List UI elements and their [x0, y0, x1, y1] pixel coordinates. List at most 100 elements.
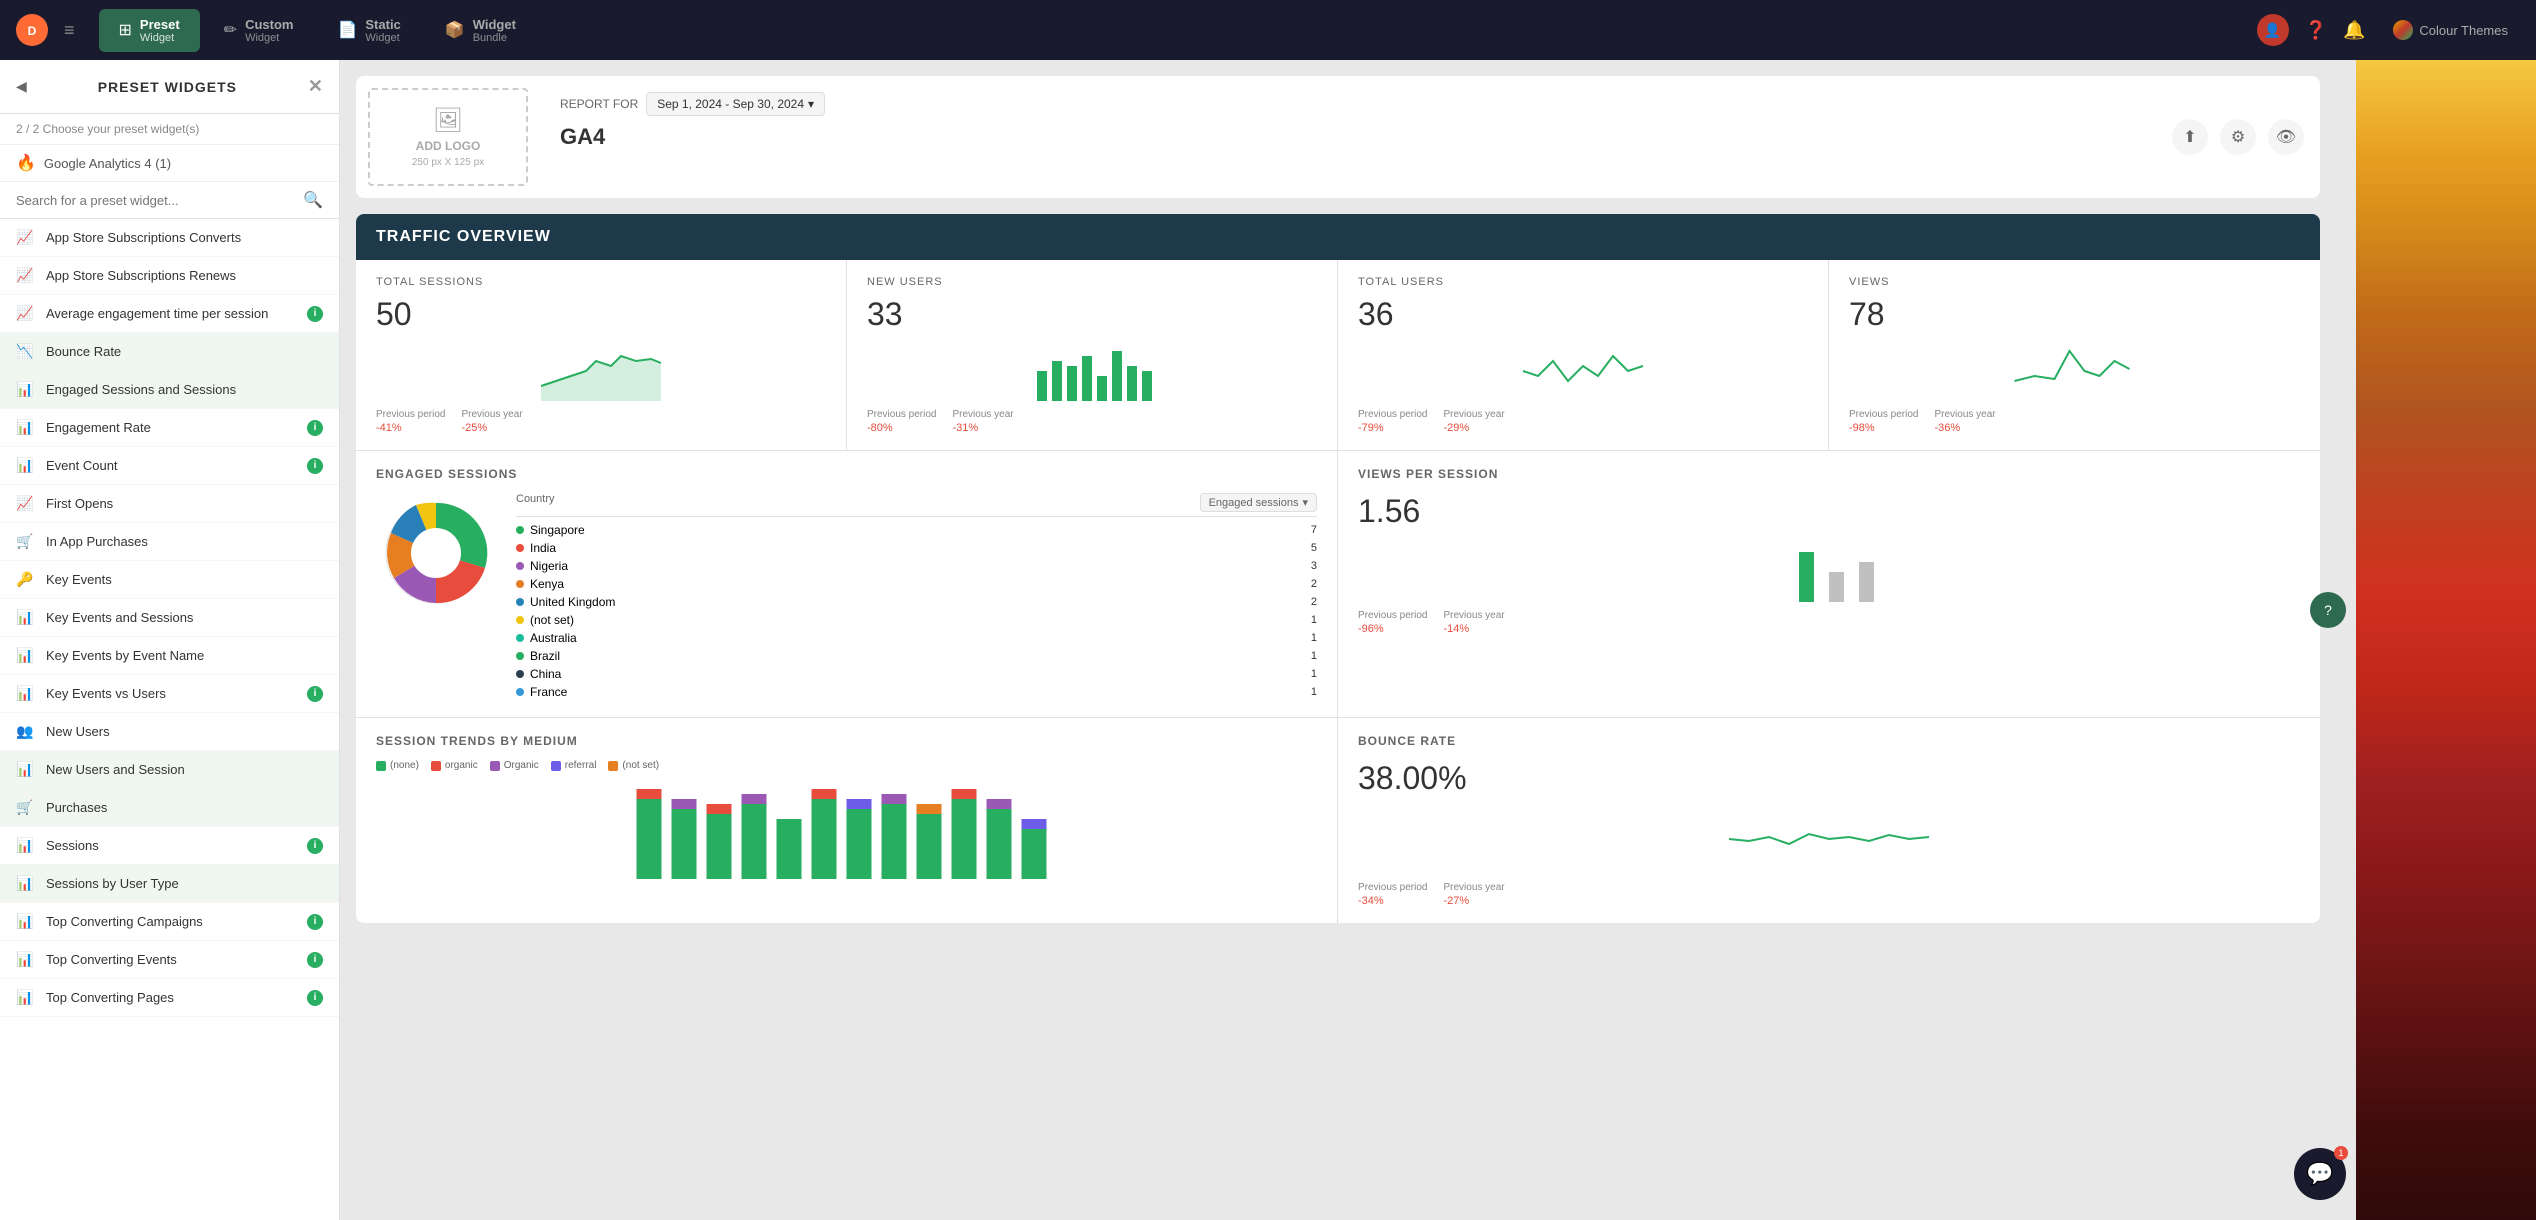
- nav-right: 👤 ❓ 🔔 Colour Themes: [2257, 14, 2520, 46]
- preview-button[interactable]: 👁: [2268, 119, 2304, 155]
- static-sublabel: Widget: [365, 32, 400, 44]
- logo-placeholder[interactable]: 🖼 ADD LOGO 250 px X 125 px: [368, 88, 528, 186]
- sidebar-item-key-events[interactable]: 🔑 Key Events: [0, 561, 339, 599]
- help-button[interactable]: ?: [2310, 592, 2346, 628]
- item-label: Purchases: [46, 800, 323, 815]
- hamburger-menu[interactable]: ≡: [64, 20, 75, 41]
- add-logo-label: ADD LOGO: [416, 139, 481, 153]
- colour-gradient: [2356, 60, 2536, 1220]
- sidebar-item-first-opens[interactable]: 📈 First Opens: [0, 485, 339, 523]
- total-sessions-value: 50: [376, 296, 826, 333]
- country-row-nigeria: Nigeria 3: [516, 557, 1317, 575]
- item-icon: 🛒: [16, 533, 36, 550]
- sidebar-item-sessions[interactable]: 📊 Sessions i: [0, 827, 339, 865]
- sidebar-back-button[interactable]: ◀: [16, 78, 27, 95]
- sidebar-item-top-converting-events[interactable]: 📊 Top Converting Events i: [0, 941, 339, 979]
- metric-total-users: TOTAL USERS 36 Previous period -79%: [1338, 260, 1829, 450]
- sidebar-item-app-store-renews[interactable]: 📈 App Store Subscriptions Renews: [0, 257, 339, 295]
- sidebar-item-engagement-rate[interactable]: 📊 Engagement Rate i: [0, 409, 339, 447]
- share-button[interactable]: ⬆: [2172, 119, 2208, 155]
- info-badge: i: [307, 306, 323, 322]
- tab-custom-widget[interactable]: ✏ Custom Widget: [204, 9, 314, 52]
- item-icon: 📊: [16, 457, 36, 474]
- item-label: Sessions: [46, 838, 297, 853]
- item-icon: 👥: [16, 723, 36, 740]
- info-badge: i: [307, 420, 323, 436]
- total-sessions-label: TOTAL SESSIONS: [376, 276, 826, 288]
- session-trends-cell: SESSION TRENDS BY MEDIUM (none)organicOr…: [356, 717, 1338, 923]
- settings-button[interactable]: ⚙: [2220, 119, 2256, 155]
- item-icon: 📈: [16, 495, 36, 512]
- preset-label: Preset: [140, 17, 180, 32]
- sidebar-item-in-app-purchases[interactable]: 🛒 In App Purchases: [0, 523, 339, 561]
- views-per-session-title: VIEWS PER SESSION: [1358, 467, 2300, 481]
- sidebar-item-bounce-rate[interactable]: 📉 Bounce Rate: [0, 333, 339, 371]
- date-range-button[interactable]: Sep 1, 2024 - Sep 30, 2024 ▾: [646, 92, 825, 116]
- views-label: VIEWS: [1849, 276, 2300, 288]
- item-label: Key Events vs Users: [46, 686, 297, 701]
- sidebar-item-key-events-name[interactable]: 📊 Key Events by Event Name: [0, 637, 339, 675]
- app-logo: D: [16, 14, 48, 46]
- tab-preset-widget[interactable]: ⊞ Preset Widget: [99, 9, 200, 52]
- country-row-france: France 1: [516, 683, 1317, 701]
- search-input[interactable]: [16, 193, 295, 208]
- sidebar-item-key-events-sessions[interactable]: 📊 Key Events and Sessions: [0, 599, 339, 637]
- item-icon: 📊: [16, 381, 36, 398]
- sidebar-header: ◀ PRESET WIDGETS ✕: [0, 60, 339, 114]
- legend-item-organic: organic: [431, 760, 478, 771]
- ga-icon: 🔥: [16, 153, 36, 173]
- user-avatar[interactable]: 👤: [2257, 14, 2289, 46]
- colour-themes-button[interactable]: Colour Themes: [2381, 14, 2520, 46]
- country-table-header: Country Engaged sessions ▾: [516, 493, 1317, 517]
- traffic-card: TRAFFIC OVERVIEW TOTAL SESSIONS 50: [356, 214, 2320, 923]
- item-icon: 📊: [16, 951, 36, 968]
- tab-widget-bundle[interactable]: 📦 Widget Bundle: [425, 9, 536, 52]
- main-layout: ◀ PRESET WIDGETS ✕ 2 / 2 Choose your pre…: [0, 60, 2536, 1220]
- country-row-(not-set): (not set) 1: [516, 611, 1317, 629]
- sidebar-item-new-users[interactable]: 👥 New Users: [0, 713, 339, 751]
- bounce-rate-value: 38.00%: [1358, 760, 2300, 797]
- views-chart: [1849, 341, 2300, 401]
- sidebar-item-avg-engagement[interactable]: 📈 Average engagement time per session i: [0, 295, 339, 333]
- item-label: App Store Subscriptions Converts: [46, 230, 323, 245]
- sidebar-item-app-store-converts[interactable]: 📈 App Store Subscriptions Converts: [0, 219, 339, 257]
- info-badge: i: [307, 914, 323, 930]
- bounce-rate-cell: BOUNCE RATE 38.00% Previous period -34%: [1338, 717, 2320, 923]
- views-comparisons: Previous period -98% Previous year -36%: [1849, 409, 2300, 434]
- logo-area: D ≡: [16, 14, 75, 46]
- sidebar-item-sessions-user-type[interactable]: 📊 Sessions by User Type: [0, 865, 339, 903]
- country-table: Country Engaged sessions ▾ Singapore 7 I: [516, 493, 1317, 701]
- metric-views: VIEWS 78 Previous period -98%: [1829, 260, 2320, 450]
- item-label: Average engagement time per session: [46, 306, 297, 321]
- new-users-value: 33: [867, 296, 1317, 333]
- sidebar-item-purchases[interactable]: 🛒 Purchases: [0, 789, 339, 827]
- custom-label: Custom: [245, 17, 293, 32]
- search-icon: 🔍: [303, 190, 323, 210]
- sort-button[interactable]: Engaged sessions ▾: [1200, 493, 1317, 512]
- sidebar-close-button[interactable]: ✕: [308, 76, 323, 97]
- vps-comparisons: Previous period -96% Previous year -14%: [1358, 610, 2300, 635]
- item-label: New Users: [46, 724, 323, 739]
- item-icon: 📊: [16, 609, 36, 626]
- item-icon: 📊: [16, 989, 36, 1006]
- total-sessions-chart: [376, 341, 826, 401]
- views-per-session-value: 1.56: [1358, 493, 2300, 530]
- chat-button[interactable]: 💬 1: [2294, 1148, 2346, 1200]
- sidebar-item-event-count[interactable]: 📊 Event Count i: [0, 447, 339, 485]
- sidebar-item-top-converting-campaigns[interactable]: 📊 Top Converting Campaigns i: [0, 903, 339, 941]
- item-icon: 🛒: [16, 799, 36, 816]
- tab-static-widget[interactable]: 📄 Static Widget: [317, 9, 420, 52]
- sidebar-item-key-events-users[interactable]: 📊 Key Events vs Users i: [0, 675, 339, 713]
- sidebar-item-engaged-sessions[interactable]: 📊 Engaged Sessions and Sessions: [0, 371, 339, 409]
- lower-metrics: ENGAGED SESSIONS: [356, 451, 2320, 717]
- notifications-icon[interactable]: 🔔: [2343, 20, 2365, 41]
- help-icon[interactable]: ❓: [2305, 20, 2327, 41]
- sidebar-item-top-converting-pages[interactable]: 📊 Top Converting Pages i: [0, 979, 339, 1017]
- sidebar-item-new-users-session[interactable]: 📊 New Users and Session: [0, 751, 339, 789]
- svg-text:D: D: [28, 24, 37, 38]
- preset-icon: ⊞: [119, 20, 132, 40]
- sidebar-search-area: 🔍: [0, 182, 339, 219]
- engaged-sessions-cell: ENGAGED SESSIONS: [356, 451, 1338, 717]
- bounce-rate-chart: [1358, 809, 2300, 874]
- custom-sublabel: Widget: [245, 32, 293, 44]
